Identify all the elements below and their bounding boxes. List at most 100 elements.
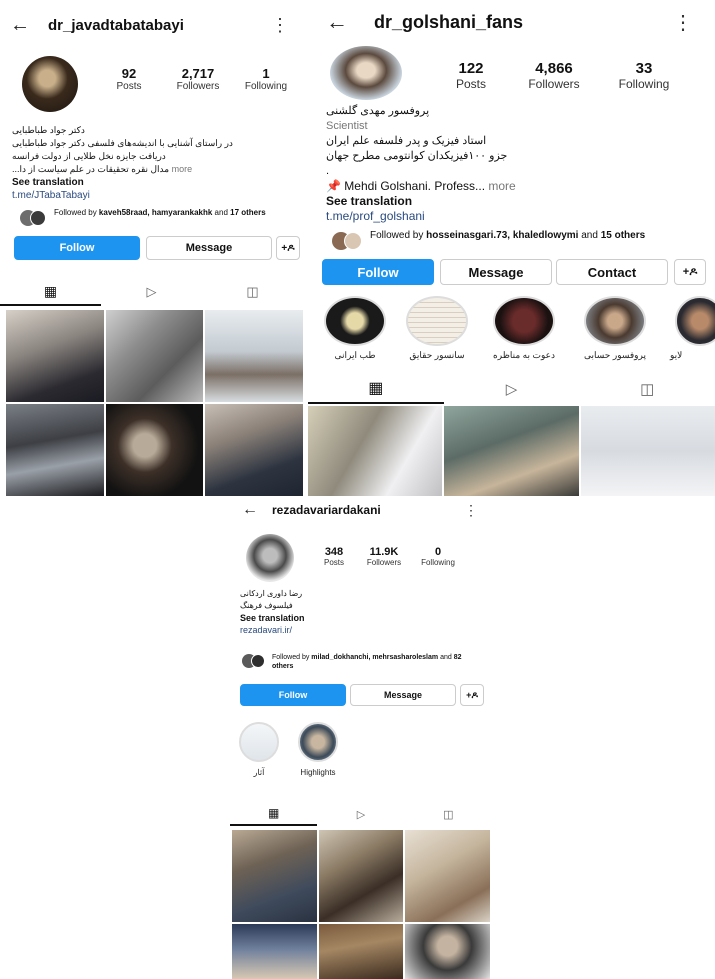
follow-button[interactable]: Follow [240,684,346,706]
suggested-users-button[interactable]: +ዶ [276,236,300,260]
profile-bio: دکتر جواد طباطبایی در راستای آشنایی با ا… [12,124,288,202]
post-thumbnail[interactable] [6,310,104,402]
highlight-cover [406,296,468,346]
follow-button[interactable]: Follow [322,259,434,285]
message-button[interactable]: Message [350,684,456,706]
reels-tab[interactable]: ▷ [101,278,202,306]
posts-grid-tab[interactable]: ▦ [308,374,444,404]
post-thumbnail[interactable] [318,830,404,922]
profile-avatar[interactable] [22,56,78,112]
profile-link[interactable]: t.me/prof_golshani [326,209,706,224]
follow-button[interactable]: Follow [14,236,140,260]
post-thumbnail[interactable] [405,830,490,922]
suggested-users-button[interactable]: +ዶ [674,259,706,285]
post-thumbnail[interactable] [318,924,404,979]
highlight-cover [675,296,715,346]
more-options-icon[interactable]: ⋮ [271,16,289,34]
highlight-cover [298,722,338,762]
highlight-cover [324,296,386,346]
reels-tab[interactable]: ▷ [444,374,580,404]
post-thumbnail[interactable] [105,404,204,496]
story-highlight[interactable]: لایو [670,296,715,361]
profile-bio: پروفسور مهدی گلشنی Scientist استاد فیزیک… [326,104,706,224]
highlight-label: آثار [253,768,265,777]
tagged-tab[interactable]: ◫ [579,374,715,404]
back-arrow-icon[interactable]: ← [10,15,30,35]
post-thumbnail[interactable] [444,406,579,496]
post-thumbnail[interactable] [580,406,715,496]
more-options-icon[interactable]: ⋮ [673,13,693,33]
posts-count[interactable]: 348 Posts [314,546,354,567]
profile-panel-rezadavariardakani: ← rezadavariardakani ⋮ 348 Posts 11.9K F… [230,498,492,979]
profile-tabs: ▦ ▷ ◫ [230,802,492,826]
story-highlight[interactable]: طب ایرانی [320,296,390,361]
username: dr_javadtabatabayi [48,16,184,34]
profile-header: ← rezadavariardakani ⋮ [230,500,492,520]
following-count[interactable]: 0 Following [414,546,462,567]
more-link[interactable]: more [488,179,515,193]
tagged-tab[interactable]: ◫ [405,802,492,826]
posts-grid-tab[interactable]: ▦ [230,802,318,826]
story-highlight[interactable]: دعوت به مناظره [482,296,566,361]
tagged-tab[interactable]: ◫ [202,278,303,306]
followed-by-text[interactable]: Followed by kaveh58raad, hamyarankakhk a… [54,208,294,218]
contact-button[interactable]: Contact [556,259,668,285]
followers-count[interactable]: 4,866 Followers [506,60,602,91]
message-button[interactable]: Message [440,259,552,285]
message-button[interactable]: Message [146,236,272,260]
more-options-icon[interactable]: ⋮ [464,503,478,517]
back-arrow-icon[interactable]: ← [242,502,258,518]
following-count[interactable]: 33 Following [602,60,686,91]
profile-link[interactable]: t.me/JTabaTabayi [12,189,288,202]
see-translation-link[interactable]: See translation [240,612,480,624]
profile-bio: رضا داوری اردکانی فیلسوف فرهنگ See trans… [240,588,480,636]
profile-avatar[interactable] [330,46,402,100]
followers-count[interactable]: 11.9K Followers [354,546,414,567]
followers-count[interactable]: 2,717 Followers [158,66,238,92]
bio-line: استاد فیزیک و پدر فلسفه علم ایران [326,135,487,147]
bio-line: رضا داوری اردکانی [240,589,303,598]
posts-count[interactable]: 122 Posts [436,60,506,91]
mutual-avatar [30,210,46,226]
bio-line: جزو ۱۰۰فیزیکدان کوانتومی مطرح جهان [326,150,508,162]
post-thumbnail[interactable] [6,404,104,496]
highlight-cover [239,722,279,762]
story-highlight[interactable]: سانسور حقایق [398,296,476,361]
followed-by-text[interactable]: Followed by milad_dokhanchi, mehrsasharo… [272,653,482,671]
posts-grid [6,310,303,496]
story-highlight[interactable]: پروفسور حسابی [570,296,660,361]
reels-tab[interactable]: ▷ [317,802,404,826]
bio-line: در راستای آشنایی با اندیشه‌های فلسفی دکت… [12,138,233,148]
pin-icon: 📌 [326,179,341,193]
post-thumbnail[interactable] [232,830,317,922]
profile-category: Scientist [326,120,368,132]
username: dr_golshani_fans [374,11,524,32]
profile-display-name: پروفسور مهدی گلشنی [326,105,430,117]
profile-link[interactable]: rezadavari.ir/ [240,624,480,636]
post-thumbnail[interactable] [205,404,303,496]
post-thumbnail[interactable] [308,406,443,496]
see-translation-link[interactable]: See translation [326,194,706,209]
mutual-avatar [251,654,265,668]
bio-pinned-line: 📌 Mehdi Golshani. Profess... more [326,179,516,193]
back-arrow-icon[interactable]: ← [326,11,348,33]
story-highlight[interactable]: Highlights [288,722,348,777]
highlight-cover [493,296,555,346]
profile-avatar[interactable] [246,534,294,582]
posts-grid-tab[interactable]: ▦ [0,278,101,306]
bio-dot: . [326,165,330,177]
suggested-users-button[interactable]: +ዶ [460,684,484,706]
bio-line-truncated: مدال نقره تحقیقات در علم سیاست از دا... … [12,164,193,174]
story-highlight[interactable]: آثار [236,722,282,777]
following-count[interactable]: 1 Following [238,66,294,92]
highlight-label: دعوت به مناظره [493,350,555,360]
posts-count[interactable]: 92 Posts [100,66,158,92]
more-link[interactable]: more [172,164,193,174]
see-translation-link[interactable]: See translation [12,176,288,189]
post-thumbnail[interactable] [405,924,490,979]
post-thumbnail[interactable] [205,310,303,402]
bio-line: دریافت جایزه نخل طلایی از دولت فرانسه [12,151,166,161]
post-thumbnail[interactable] [105,310,204,402]
post-thumbnail[interactable] [232,924,317,979]
followed-by-text[interactable]: Followed by hosseinasgari.73, khaledlowy… [370,230,710,242]
